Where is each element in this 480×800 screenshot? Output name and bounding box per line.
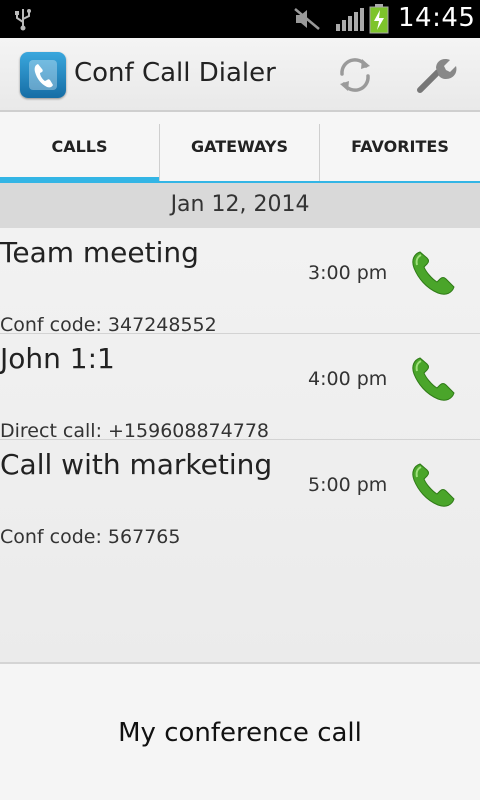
tab-bar: CALLS GATEWAYS FAVORITES — [0, 112, 480, 183]
usb-icon — [15, 9, 31, 31]
date-header: Jan 12, 2014 — [0, 183, 480, 228]
tab-gateways-label: GATEWAYS — [190, 137, 288, 156]
refresh-icon[interactable] — [332, 52, 378, 98]
list-item[interactable]: Call with marketing 5:00 pm Conf code: 5… — [0, 440, 480, 548]
call-time: 4:00 pm — [308, 368, 388, 390]
signal-icon — [336, 8, 364, 31]
battery-charging-icon — [369, 4, 389, 34]
list-item[interactable]: Team meeting 3:00 pm Conf code: 34724855… — [0, 228, 480, 336]
status-time: 14:45 — [398, 3, 476, 33]
action-bar: Conf Call Dialer — [0, 38, 480, 112]
call-time: 5:00 pm — [308, 474, 388, 496]
my-conference-call-button[interactable]: My conference call — [0, 662, 480, 800]
phone-icon[interactable] — [406, 246, 460, 300]
phone-icon[interactable] — [406, 458, 460, 512]
conference-call-label: My conference call — [118, 718, 362, 748]
mute-icon — [294, 8, 320, 30]
app-title: Conf Call Dialer — [74, 58, 276, 88]
tab-calls-label: CALLS — [51, 137, 108, 156]
call-title: Team meeting — [0, 236, 199, 269]
call-title: Call with marketing — [0, 448, 273, 481]
status-bar: 14:45 — [0, 0, 480, 38]
tab-favorites-label: FAVORITES — [351, 137, 449, 156]
call-detail: Conf code: 347248552 — [0, 314, 217, 336]
tab-gateways[interactable]: GATEWAYS — [160, 112, 319, 183]
call-time: 3:00 pm — [308, 262, 388, 284]
call-detail: Conf code: 567765 — [0, 526, 181, 548]
call-list: Team meeting 3:00 pm Conf code: 34724855… — [0, 228, 480, 662]
wrench-icon[interactable] — [412, 52, 462, 98]
tab-calls[interactable]: CALLS — [0, 112, 159, 183]
list-item[interactable]: John 1:1 4:00 pm Direct call: +159608874… — [0, 334, 480, 442]
call-title: John 1:1 — [0, 342, 115, 375]
phone-icon[interactable] — [406, 352, 460, 406]
call-detail: Direct call: +159608874778 — [0, 420, 269, 442]
app-phone-icon[interactable] — [20, 52, 66, 98]
tab-favorites[interactable]: FAVORITES — [320, 112, 480, 183]
